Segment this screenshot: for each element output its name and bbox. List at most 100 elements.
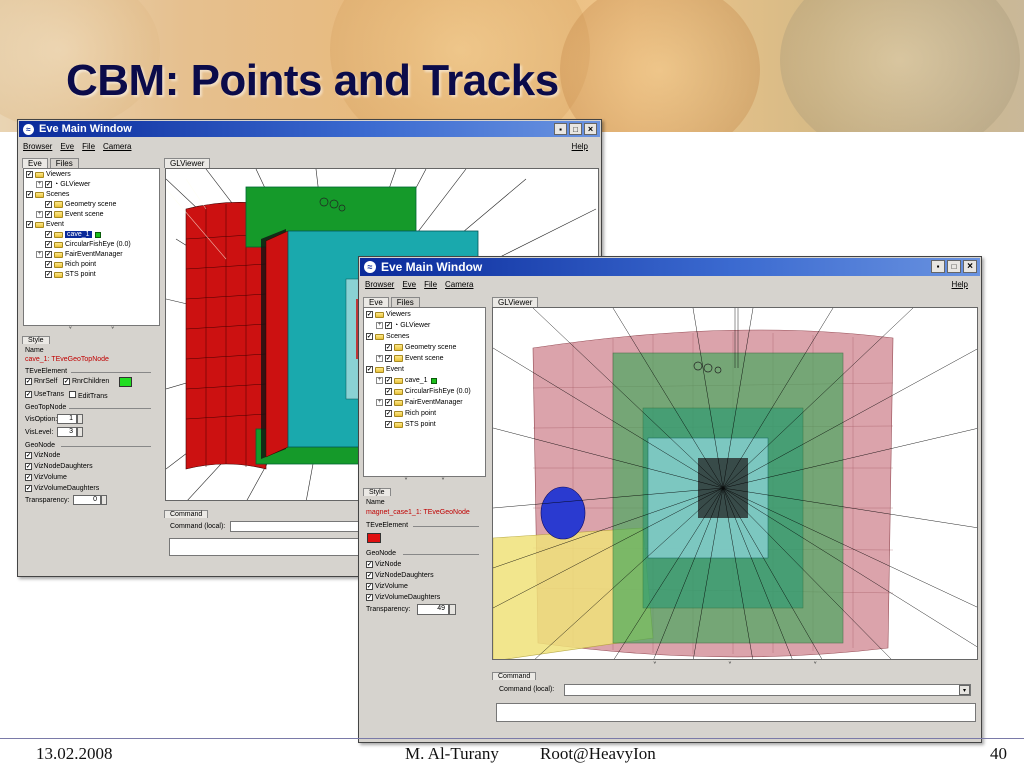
checkbox-icon[interactable]: ✓ bbox=[385, 410, 392, 417]
viz-volume-checkbox[interactable]: ✓ VizVolume bbox=[366, 583, 408, 590]
checkbox-icon[interactable]: ✓ bbox=[366, 583, 373, 590]
checkbox-icon[interactable]: ✓ bbox=[25, 452, 32, 459]
menu-eve[interactable]: Eve bbox=[402, 280, 416, 289]
tree-item-event-scene[interactable]: + ✓ Event scene bbox=[36, 211, 104, 218]
checkbox-icon[interactable]: ✓ bbox=[45, 181, 52, 188]
menu-file[interactable]: File bbox=[424, 280, 437, 289]
tree-item-sts-point[interactable]: ✓ STS point bbox=[45, 271, 96, 278]
tree-item-event-scene[interactable]: + ✓ Event scene bbox=[376, 355, 444, 362]
menu-help[interactable]: Help bbox=[952, 280, 968, 289]
tab-style[interactable]: Style bbox=[22, 336, 50, 344]
expand-icon[interactable]: + bbox=[376, 399, 383, 406]
checkbox-icon[interactable]: ✓ bbox=[385, 344, 392, 351]
minimize-icon[interactable]: ▪ bbox=[554, 123, 567, 135]
viz-node-checkbox[interactable]: ✓ VizNode bbox=[25, 452, 60, 459]
close-icon[interactable]: × bbox=[963, 260, 977, 273]
checkbox-icon[interactable]: ✓ bbox=[25, 378, 32, 385]
vis-level-input[interactable]: 3 bbox=[57, 427, 77, 437]
use-trans-checkbox[interactable]: ✓ UseTrans bbox=[25, 391, 64, 398]
tab-eve[interactable]: Eve bbox=[22, 158, 48, 168]
tree-item-glviewer[interactable]: + ✓ ◔ GLViewer bbox=[36, 181, 90, 188]
color-button[interactable] bbox=[367, 533, 381, 543]
checkbox-icon[interactable]: ✓ bbox=[366, 572, 373, 579]
tree-item-scenes[interactable]: ✓ Scenes bbox=[366, 333, 409, 340]
transparency-stepper[interactable] bbox=[449, 604, 456, 615]
maximize-icon[interactable]: □ bbox=[947, 260, 961, 273]
checkbox-icon[interactable]: ✓ bbox=[25, 391, 32, 398]
menu-camera[interactable]: Camera bbox=[103, 142, 131, 151]
tree-item-fisheye[interactable]: ✓ CircularFishEye (0.0) bbox=[45, 241, 131, 248]
tab-files[interactable]: Files bbox=[390, 297, 420, 307]
viz-volume-daughters-checkbox[interactable]: ✓ VizVolumeDaughters bbox=[366, 594, 440, 601]
window-titlebar[interactable]: ≈ Eve Main Window ▪ □ × bbox=[19, 121, 600, 137]
tab-glviewer[interactable]: GLViewer bbox=[164, 158, 211, 168]
tab-eve[interactable]: Eve bbox=[363, 297, 389, 307]
viewer-splitter[interactable]: ˅ ˅ ˅ bbox=[492, 661, 978, 670]
tree-item-glviewer[interactable]: + ✓ ◔ GLViewer bbox=[376, 322, 430, 329]
edit-trans-checkbox[interactable]: EditTrans bbox=[69, 391, 108, 400]
viz-volume-checkbox[interactable]: ✓ VizVolume bbox=[25, 474, 67, 481]
close-icon[interactable]: × bbox=[584, 123, 597, 135]
checkbox-icon[interactable]: ✓ bbox=[45, 231, 52, 238]
tree-item-event[interactable]: ✓ Event bbox=[26, 221, 64, 228]
checkbox-icon[interactable] bbox=[69, 391, 76, 398]
transparency-input[interactable]: 0 bbox=[73, 495, 101, 505]
checkbox-icon[interactable]: ✓ bbox=[25, 463, 32, 470]
command-history-dropdown[interactable]: ▾ bbox=[959, 685, 970, 695]
checkbox-icon[interactable]: ✓ bbox=[366, 311, 373, 318]
expand-icon[interactable]: + bbox=[36, 181, 43, 188]
tab-glviewer[interactable]: GLViewer bbox=[492, 297, 539, 307]
checkbox-icon[interactable]: ✓ bbox=[25, 485, 32, 492]
checkbox-icon[interactable]: ✓ bbox=[45, 271, 52, 278]
tree-item-geometry-scene[interactable]: ✓ Geometry scene bbox=[385, 344, 456, 351]
minimize-icon[interactable]: ▪ bbox=[931, 260, 945, 273]
tree-item-rich-point[interactable]: ✓ Rich point bbox=[45, 261, 96, 268]
checkbox-icon[interactable]: ✓ bbox=[45, 261, 52, 268]
command-output[interactable] bbox=[496, 703, 976, 722]
transparency-stepper[interactable] bbox=[101, 495, 107, 505]
tree-item-fisheye[interactable]: ✓ CircularFishEye (0.0) bbox=[385, 388, 471, 395]
expand-icon[interactable]: + bbox=[376, 355, 383, 362]
expand-icon[interactable]: + bbox=[376, 377, 383, 384]
tree-item-fair-event-manager[interactable]: + ✓ FairEventManager bbox=[376, 399, 463, 406]
checkbox-icon[interactable]: ✓ bbox=[45, 201, 52, 208]
vis-option-stepper[interactable] bbox=[77, 414, 83, 424]
rnr-children-checkbox[interactable]: ✓ RnrChildren bbox=[63, 378, 109, 385]
tree-item-sts-point[interactable]: ✓ STS point bbox=[385, 421, 436, 428]
tree-item-viewers[interactable]: ✓ Viewers bbox=[366, 311, 411, 318]
checkbox-icon[interactable]: ✓ bbox=[63, 378, 70, 385]
tree-item-cave[interactable]: ✓ cave_1 bbox=[45, 231, 101, 238]
gl-viewer-front[interactable] bbox=[492, 307, 978, 660]
checkbox-icon[interactable]: ✓ bbox=[366, 333, 373, 340]
transparency-input[interactable]: 49 bbox=[417, 604, 449, 615]
detector-3d-view[interactable] bbox=[493, 308, 978, 660]
checkbox-icon[interactable]: ✓ bbox=[26, 221, 33, 228]
tree-item-cave[interactable]: + ✓ cave_1 bbox=[376, 377, 437, 384]
viz-node-daughters-checkbox[interactable]: ✓ VizNodeDaughters bbox=[25, 463, 93, 470]
checkbox-icon[interactable]: ✓ bbox=[385, 421, 392, 428]
checkbox-icon[interactable]: ✓ bbox=[385, 399, 392, 406]
tree-item-event[interactable]: ✓ Event bbox=[366, 366, 404, 373]
checkbox-icon[interactable]: ✓ bbox=[385, 322, 392, 329]
tree-item-fair-event-manager[interactable]: + ✓ FairEventManager bbox=[36, 251, 123, 258]
tree-item-scenes[interactable]: ✓ Scenes bbox=[26, 191, 69, 198]
checkbox-icon[interactable]: ✓ bbox=[45, 211, 52, 218]
menu-browser[interactable]: Browser bbox=[365, 280, 394, 289]
checkbox-icon[interactable]: ✓ bbox=[366, 594, 373, 601]
expand-icon[interactable]: + bbox=[36, 251, 43, 258]
maximize-icon[interactable]: □ bbox=[569, 123, 582, 135]
checkbox-icon[interactable]: ✓ bbox=[25, 474, 32, 481]
window-titlebar[interactable]: ≈ Eve Main Window ▪ □ × bbox=[360, 258, 980, 276]
viz-volume-daughters-checkbox[interactable]: ✓ VizVolumeDaughters bbox=[25, 485, 99, 492]
expand-icon[interactable]: + bbox=[376, 322, 383, 329]
tab-files[interactable]: Files bbox=[49, 158, 79, 168]
menu-browser[interactable]: Browser bbox=[23, 142, 52, 151]
checkbox-icon[interactable]: ✓ bbox=[366, 561, 373, 568]
tree-item-rich-point[interactable]: ✓ Rich point bbox=[385, 410, 436, 417]
expand-icon[interactable]: + bbox=[36, 211, 43, 218]
menu-eve[interactable]: Eve bbox=[60, 142, 74, 151]
checkbox-icon[interactable]: ✓ bbox=[26, 171, 33, 178]
checkbox-icon[interactable]: ✓ bbox=[385, 377, 392, 384]
checkbox-icon[interactable]: ✓ bbox=[366, 366, 373, 373]
tab-command[interactable]: Command bbox=[492, 672, 537, 680]
